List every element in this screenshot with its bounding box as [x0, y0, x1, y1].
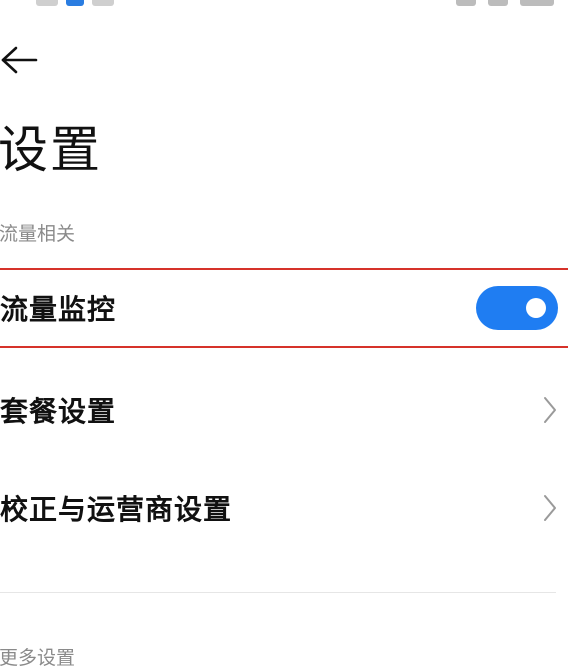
status-bar-left — [36, 0, 114, 6]
status-icon — [36, 0, 58, 6]
plan-settings-row[interactable]: 套餐设置 — [0, 370, 568, 450]
section-divider — [0, 592, 556, 593]
calibration-carrier-row[interactable]: 校正与运营商设置 — [0, 468, 568, 548]
app-notification-icon — [66, 0, 84, 6]
battery-icon — [520, 0, 554, 6]
toggle-knob — [526, 298, 546, 318]
wifi-icon — [488, 0, 508, 6]
traffic-monitor-label: 流量监控 — [0, 293, 117, 326]
chevron-right-icon — [544, 397, 556, 423]
calibration-carrier-label: 校正与运营商设置 — [0, 493, 233, 526]
page-title: 设置 — [0, 121, 102, 179]
back-button[interactable] — [0, 38, 44, 82]
section-header-traffic: 流量相关 — [0, 223, 76, 245]
signal-icon — [456, 0, 476, 6]
status-bar — [0, 0, 568, 14]
section-header-more: 更多设置 — [0, 647, 76, 669]
traffic-monitor-row[interactable]: 流量监控 — [0, 268, 568, 348]
arrow-left-icon — [1, 46, 38, 74]
plan-settings-label: 套餐设置 — [0, 395, 117, 428]
status-bar-right — [456, 0, 554, 6]
chevron-right-icon — [544, 495, 556, 521]
status-icon — [92, 0, 114, 6]
traffic-monitor-toggle[interactable] — [476, 286, 558, 330]
